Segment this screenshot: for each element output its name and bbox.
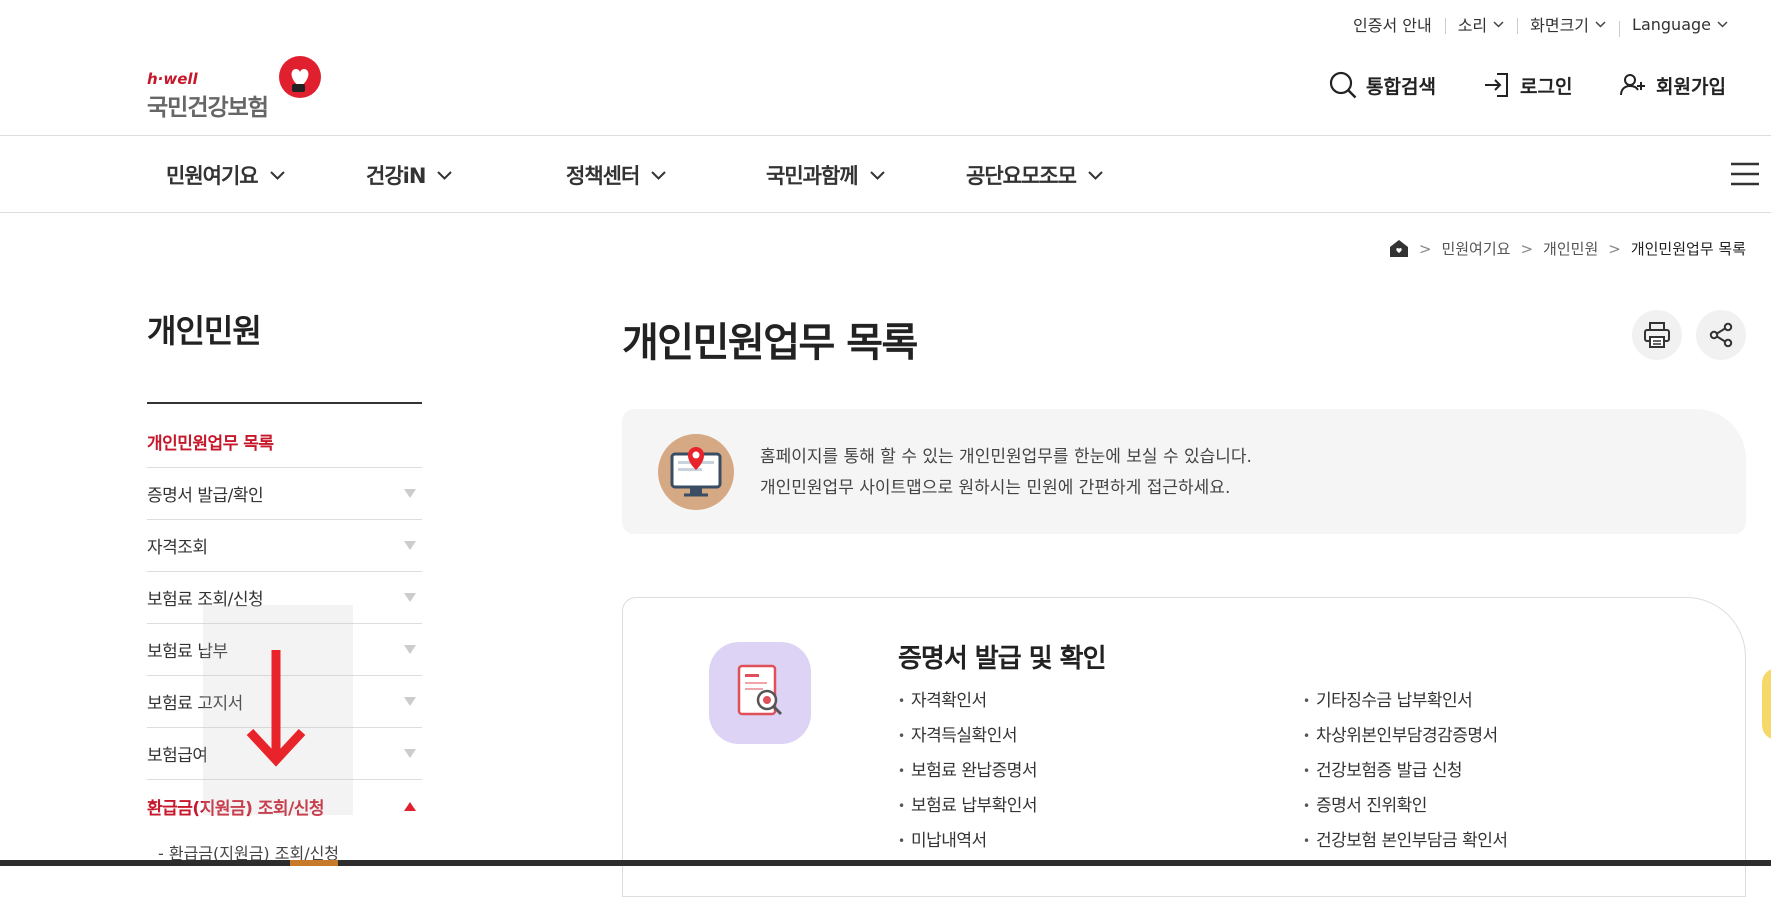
triangle-down-icon (404, 541, 416, 550)
floating-widget[interactable] (1762, 668, 1771, 740)
list-item[interactable]: 보험료 납부확인서 (898, 789, 1038, 824)
lnb-item-certificate[interactable]: 증명서 발급/확인 (147, 468, 422, 520)
login-icon (1485, 73, 1508, 97)
list-item[interactable]: 차상위본인부담경감증명서 (1303, 719, 1508, 754)
home-icon[interactable] (1389, 239, 1409, 258)
breadcrumb-item[interactable]: 개인민원 (1543, 238, 1598, 259)
zoom-menu[interactable]: 화면크기 (1517, 12, 1619, 36)
list-item[interactable]: 건강보험증 발급 신청 (1303, 754, 1508, 789)
arrow-down-icon (246, 650, 306, 767)
service-list-left: 자격확인서 자격득실확인서 보험료 완납증명서 보험료 납부확인서 미납내역서 (898, 684, 1038, 859)
search-button[interactable]: 통합검색 (1328, 70, 1436, 100)
gnb-item-policy[interactable]: 정책센터 (566, 160, 666, 190)
gnb-item-civil[interactable]: 민원여기요 (166, 160, 285, 190)
sound-menu[interactable]: 소리 (1444, 12, 1517, 36)
list-item[interactable]: 자격확인서 (898, 684, 1037, 719)
divider (147, 402, 422, 404)
breadcrumb-current: 개인민원업무 목록 (1630, 240, 1746, 258)
triangle-down-icon (404, 645, 416, 654)
add-user-icon (1620, 74, 1645, 96)
chevron-down-icon (869, 170, 885, 180)
heart-icon (279, 56, 321, 98)
triangle-up-icon (404, 801, 416, 811)
monitor-pin-icon (658, 434, 734, 510)
list-item[interactable]: 건강보험 본인부담금 확인서 (1303, 824, 1508, 859)
logo-tagline: h·well (147, 70, 198, 88)
card-title: 증명서 발급 및 확인 (898, 644, 1107, 674)
intro-box: 홈페이지를 통해 할 수 있는 개인민원업무를 한눈에 보실 수 있습니다. 개… (622, 409, 1746, 534)
utility-bar: 인증서 안내 소리 화면크기 Language (1340, 10, 1741, 38)
gnb-item-with-people[interactable]: 국민과함께 (766, 160, 885, 190)
search-icon (1329, 71, 1357, 99)
breadcrumb-separator: > (1418, 239, 1432, 258)
share-icon (1709, 322, 1733, 348)
share-button[interactable] (1696, 310, 1746, 360)
service-card: 증명서 발급 및 확인 자격확인서 자격득실확인서 보험료 완납증명서 보험료 … (622, 597, 1746, 897)
gnb-item-health-in[interactable]: 건강iN (366, 160, 453, 190)
list-item[interactable]: 증명서 진위확인 (1303, 789, 1508, 824)
triangle-down-icon (404, 697, 416, 706)
cert-guide-link[interactable]: 인증서 안내 (1340, 12, 1445, 36)
join-button[interactable]: 회원가입 (1618, 70, 1726, 100)
certificate-icon (709, 642, 811, 744)
intro-text: 홈페이지를 통해 할 수 있는 개인민원업무를 한눈에 보실 수 있습니다. 개… (760, 447, 1252, 498)
site-logo[interactable]: h·well 국민건강보험 (147, 54, 327, 121)
chevron-down-icon (1088, 170, 1103, 180)
chevron-down-icon (1595, 20, 1606, 28)
main-navigation: 민원여기요 건강iN 정책센터 국민과함께 공단요모조모 (0, 135, 1771, 213)
triangle-down-icon (404, 749, 416, 758)
list-item[interactable]: 자격득실확인서 (898, 719, 1037, 754)
chevron-down-icon (269, 170, 285, 180)
gnb-item-about[interactable]: 공단요모조모 (966, 160, 1103, 190)
chevron-down-icon (1493, 20, 1504, 28)
page-title: 개인민원업무 목록 (622, 320, 918, 366)
breadcrumb-separator: > (1608, 239, 1621, 258)
printer-icon (1644, 322, 1670, 348)
login-button[interactable]: 로그인 (1482, 70, 1572, 100)
triangle-down-icon (404, 489, 416, 498)
breadcrumb-item[interactable]: 민원여기요 (1441, 238, 1510, 259)
list-item[interactable]: 미납내역서 (898, 824, 1037, 859)
lnb-item-qualification[interactable]: 자격조회 (147, 520, 422, 572)
list-item[interactable]: 보험료 완납증명서 (898, 754, 1038, 789)
breadcrumb-separator: > (1520, 239, 1534, 258)
print-button[interactable] (1632, 310, 1682, 360)
lnb-item-list[interactable]: 개인민원업무 목록 (147, 416, 422, 468)
language-menu[interactable]: Language (1619, 15, 1741, 37)
bottom-bar-segment (290, 860, 338, 866)
bottom-bar (0, 860, 1771, 866)
chevron-down-icon (1717, 20, 1728, 28)
lnb-title: 개인민원 (147, 312, 262, 350)
service-list-right: 기타징수금 납부확인서 차상위본인부담경감증명서 건강보험증 발급 신청 증명서… (1303, 684, 1508, 859)
chevron-down-icon (437, 170, 453, 180)
chevron-down-icon (651, 170, 666, 180)
triangle-down-icon (404, 593, 416, 602)
hamburger-menu-icon[interactable] (1730, 162, 1760, 186)
list-item[interactable]: 기타징수금 납부확인서 (1303, 684, 1508, 719)
logo-name: 국민건강보험 (147, 95, 269, 121)
breadcrumb: > 민원여기요 > 개인민원 > 개인민원업무 목록 (1389, 238, 1746, 259)
